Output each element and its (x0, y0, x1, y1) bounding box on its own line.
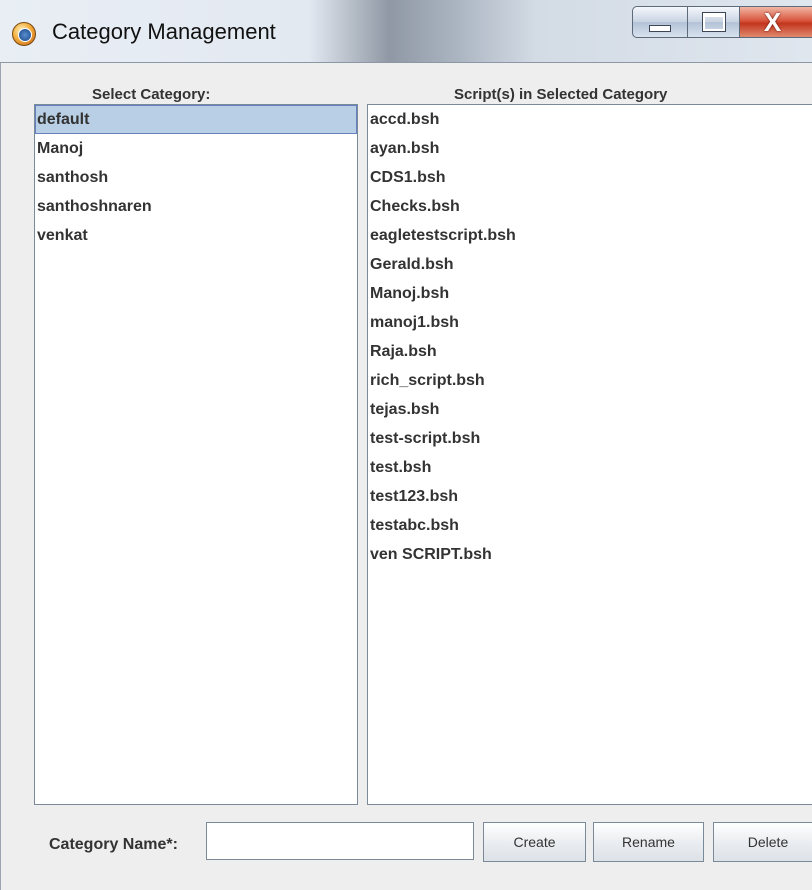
category-item[interactable]: Manoj (35, 134, 357, 163)
app-icon[interactable] (12, 22, 36, 46)
script-item[interactable]: eagletestscript.bsh (368, 221, 812, 250)
script-item[interactable]: test.bsh (368, 453, 812, 482)
maximize-button[interactable] (688, 6, 740, 38)
rename-button[interactable]: Rename (593, 822, 704, 862)
category-list[interactable]: default Manoj santhosh santhoshnaren venkat (34, 104, 358, 805)
script-item[interactable]: CDS1.bsh (368, 163, 812, 192)
script-item[interactable]: ven SCRIPT.bsh (368, 540, 812, 569)
dialog-body: Select Category: Script(s) in Selected C… (0, 63, 812, 890)
script-item[interactable]: Raja.bsh (368, 337, 812, 366)
script-item[interactable]: ayan.bsh (368, 134, 812, 163)
script-item[interactable]: Checks.bsh (368, 192, 812, 221)
category-item[interactable]: default (35, 105, 357, 134)
script-item[interactable]: manoj1.bsh (368, 308, 812, 337)
minimize-button[interactable] (632, 6, 688, 38)
category-item[interactable]: venkat (35, 221, 357, 250)
category-name-input[interactable] (206, 822, 474, 860)
script-item[interactable]: Gerald.bsh (368, 250, 812, 279)
category-name-label: Category Name*: (49, 836, 178, 853)
minimize-icon (649, 24, 671, 32)
close-button[interactable]: X (740, 6, 812, 38)
category-list-header: Select Category: (92, 86, 211, 103)
close-icon: X (763, 6, 782, 37)
script-item[interactable]: Manoj.bsh (368, 279, 812, 308)
script-item[interactable]: test123.bsh (368, 482, 812, 511)
script-list[interactable]: accd.bsh ayan.bsh CDS1.bsh Checks.bsh eaglet… (367, 104, 812, 805)
script-item[interactable]: rich_script.bsh (368, 366, 812, 395)
window-title: Category Management (52, 19, 276, 44)
script-item[interactable]: tejas.bsh (368, 395, 812, 424)
category-item[interactable]: santhosh (35, 163, 357, 192)
delete-button[interactable]: Delete (713, 822, 812, 862)
create-button[interactable]: Create (483, 822, 586, 862)
script-item[interactable]: accd.bsh (368, 105, 812, 134)
script-list-header: Script(s) in Selected Category (454, 86, 668, 103)
category-item[interactable]: santhoshnaren (35, 192, 357, 221)
maximize-icon (701, 12, 726, 32)
script-item[interactable]: test-script.bsh (368, 424, 812, 453)
title-bar[interactable]: Category Management X (0, 0, 812, 63)
script-item[interactable]: testabc.bsh (368, 511, 812, 540)
